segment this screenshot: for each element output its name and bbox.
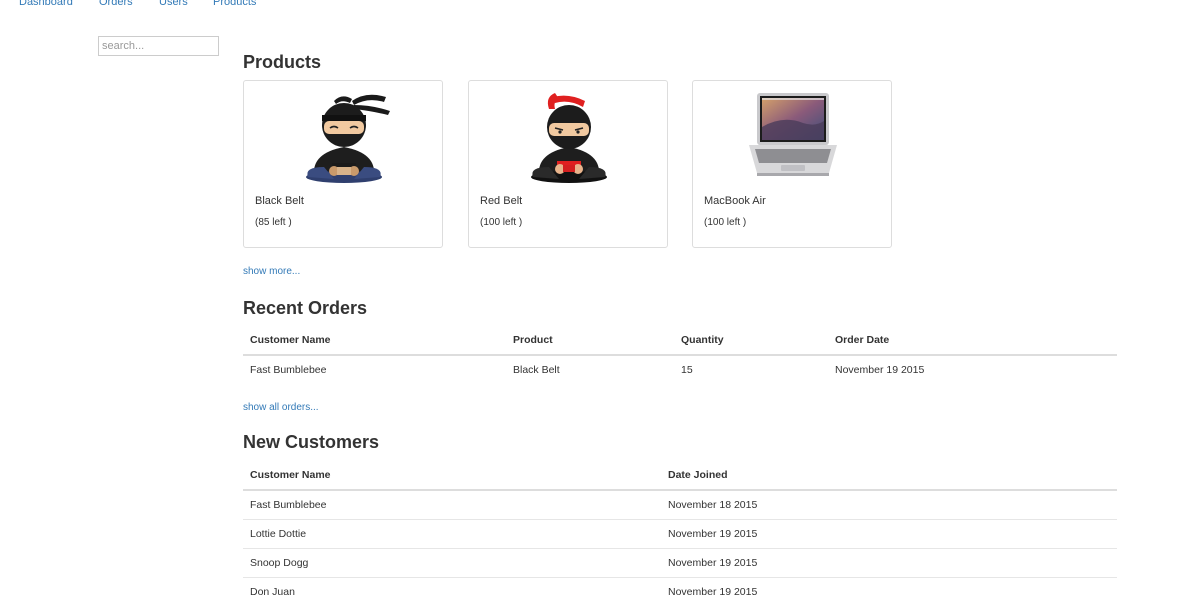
recent-orders-heading: Recent Orders (243, 298, 368, 318)
table-row[interactable]: Snoop Dogg November 19 2015 (243, 548, 1117, 578)
column-header: Product (506, 326, 674, 356)
table-header-row: Customer Name Product Quantity Order Dat… (243, 326, 1117, 356)
quantity-cell: 15 (681, 364, 693, 376)
new-customers-table: Customer Name Date Joined Fast Bumblebee… (243, 461, 1117, 606)
column-header: Customer Name (243, 461, 661, 491)
product-card-black-belt[interactable]: Black Belt (85 left ) (243, 80, 443, 248)
nav-link-users[interactable]: Users (159, 0, 188, 8)
table-row[interactable]: Lottie Dottie November 19 2015 (243, 519, 1117, 549)
product-name: MacBook Air (704, 195, 766, 207)
customer-name-cell: Fast Bumblebee (250, 364, 327, 376)
nav-link-products[interactable]: Products (213, 0, 256, 8)
product-stock: (100 left ) (704, 217, 747, 228)
product-stock: (85 left ) (255, 217, 292, 228)
product-name: Black Belt (255, 195, 304, 207)
table-row[interactable]: Don Juan November 19 2015 (243, 577, 1117, 606)
product-stock: (100 left ) (480, 217, 523, 228)
customer-name-cell: Don Juan (243, 577, 661, 606)
product-cell: Black Belt (513, 364, 560, 376)
date-joined-cell: November 19 2015 (661, 577, 1117, 606)
table-header-row: Customer Name Date Joined (243, 461, 1117, 491)
customer-name-cell: Fast Bumblebee (250, 499, 327, 511)
new-customers-heading: New Customers (243, 432, 380, 452)
product-card-red-belt[interactable]: Red Belt (100 left ) (468, 80, 668, 248)
customer-name-cell: Lottie Dottie (243, 519, 661, 549)
macbook-air-icon (749, 93, 837, 176)
column-header: Quantity (674, 326, 828, 356)
table-row[interactable]: Fast Bumblebee November 18 2015 (243, 490, 1117, 520)
column-header: Order Date (828, 326, 1117, 356)
black-belt-ninja-icon (306, 94, 390, 183)
date-joined-cell: November 18 2015 (668, 499, 758, 511)
nav-link-orders[interactable]: Orders (99, 0, 133, 8)
customer-name-cell: Snoop Dogg (243, 548, 661, 578)
nav-link-dashboard[interactable]: Dashboard (19, 0, 73, 8)
date-joined-cell: November 19 2015 (661, 548, 1117, 578)
products-heading: Products (243, 52, 322, 72)
show-more-link[interactable]: show more... (243, 266, 300, 277)
table-row[interactable]: Fast Bumblebee Black Belt 15 November 19… (243, 355, 1117, 384)
column-header: Customer Name (243, 326, 506, 356)
show-all-orders-link[interactable]: show all orders... (243, 402, 319, 413)
column-header: Date Joined (661, 461, 1117, 491)
product-card-macbook-air[interactable]: MacBook Air (100 left ) (692, 80, 892, 248)
product-name: Red Belt (480, 195, 523, 207)
recent-orders-table: Customer Name Product Quantity Order Dat… (243, 326, 1117, 384)
search-input[interactable] (98, 36, 219, 56)
date-joined-cell: November 19 2015 (661, 519, 1117, 549)
order-date-cell: November 19 2015 (835, 364, 925, 376)
red-belt-ninja-icon (531, 93, 607, 183)
